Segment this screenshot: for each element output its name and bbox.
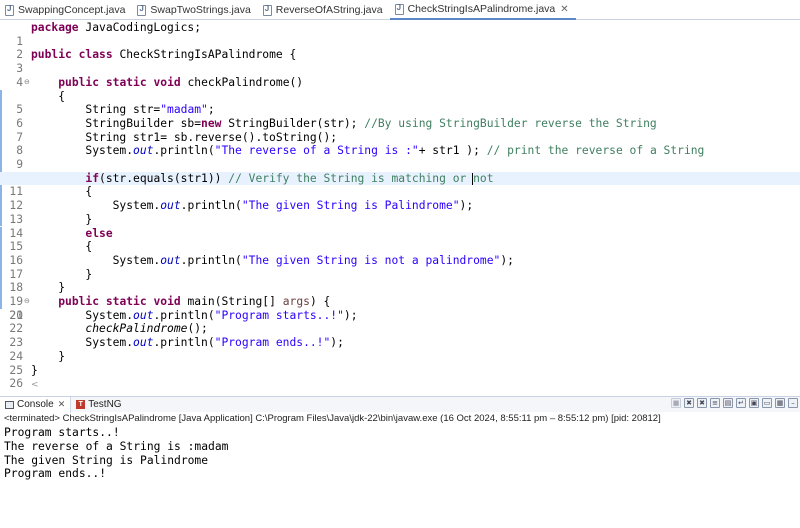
code-line: 3 public class CheckStringIsAPalindrome … [0,48,800,75]
java-file-icon [137,4,147,16]
code-text: if(str.equals(str1)) // Verify the Strin… [85,171,494,185]
code-line: 20 } [0,281,800,322]
tab-label: SwappingConcept.java [18,4,126,16]
fold-toggle-icon[interactable]: ⊖ [24,295,30,309]
tab-testng[interactable]: T TestNG [71,397,126,413]
remove-all-terminated-icon[interactable]: ✖ [697,398,707,408]
code-line: 8 StringBuilder sb=new StringBuilder(str… [0,116,800,157]
code-line: 17 { [0,240,800,281]
code-text: else [85,226,113,240]
code-text: checkPalindrome(); [85,322,208,336]
code-text: } [31,349,66,363]
word-wrap-icon[interactable]: ↵ [736,398,746,408]
editor-tab-bar: SwappingConcept.java SwapTwoStrings.java… [0,0,800,20]
code-line: 4 [0,62,800,89]
close-icon[interactable]: ✕ [58,399,66,410]
console-icon [5,400,14,409]
tab-label: TestNG [88,399,122,410]
java-file-icon [394,3,404,15]
code-line: 1 package JavaCodingLogics; [0,21,800,48]
tab-console[interactable]: Console ✕ [0,396,72,413]
code-line: 23 checkPalindrome(); [0,322,800,349]
code-text: System.out.println("The given String is … [31,199,474,213]
code-text: StringBuilder sb=new StringBuilder(str);… [31,116,657,130]
scroll-lock-icon[interactable]: ▤ [723,398,733,408]
open-console-icon[interactable]: ▦ [775,398,785,408]
code-editor[interactable]: 1 package JavaCodingLogics; 2 3 public c… [0,20,800,393]
code-line: 6 { [0,89,800,130]
tab-label: Console [17,399,54,410]
clear-console-icon[interactable]: ≡ [710,398,720,408]
console-status: <terminated> CheckStringIsAPalindrome [J… [4,413,661,424]
output-line: The reverse of a String is :madam [4,439,229,453]
text-caret [472,172,474,185]
fold-toggle-icon[interactable]: ⊖ [24,76,30,90]
code-line: 18 System.out.println("The given String … [0,253,800,294]
code-text: System.out.println("Program starts..!"); [31,308,358,322]
code-text: public class CheckStringIsAPalindrome { [31,48,297,62]
tab-reverse-of-a-string[interactable]: ReverseOfAString.java [258,0,390,20]
code-line: 24 System.out.println("Program ends..!")… [0,336,800,363]
code-line: 21 ⊖ public static void main(String[] ar… [0,295,800,322]
code-text: System.out.println("The reverse of a Str… [31,144,705,158]
current-code-line: 12 if(str.equals(str1)) // Verify the St… [0,171,800,212]
output-line: Program starts..! [4,426,120,439]
tab-label: CheckStringIsAPalindrome.java [407,3,556,15]
code-line: 13 { [0,185,800,226]
close-icon[interactable]: ✕ [560,4,568,15]
console-output[interactable]: Program starts..! The reverse of a Strin… [4,426,796,481]
java-file-icon [262,4,272,16]
java-file-icon [5,4,14,16]
minimize-icon[interactable]: – [788,398,798,408]
code-text: { [31,185,93,199]
code-line: 5 ⊖ public static void checkPalindrome() [0,75,800,116]
code-text: public static void checkPalindrome() [58,75,304,89]
code-line: 7 String str="madam"; [0,103,800,144]
code-text: String str="madam"; [31,103,215,117]
code-text: { [31,89,66,103]
code-line: 10 System.out.println("The reverse of a … [0,144,800,185]
code-line: 9 String str1= sb.reverse().toString(); [0,130,800,171]
code-text: } [31,212,93,226]
output-line: The given String is Palindrome [4,453,209,467]
tab-label: ReverseOfAString.java [275,4,383,16]
code-text: System.out.println("Program ends..!"); [31,336,344,350]
code-line: 14 System.out.println("The given String … [0,199,800,240]
code-text: System.out.println("The given String is … [31,253,514,267]
code-line: 11 [0,158,800,198]
scroll-left-arrow-icon[interactable]: < [31,380,39,390]
code-text: String str1= sb.reverse().toString(); [31,130,338,144]
tab-label: SwapTwoStrings.java [150,4,251,16]
tab-check-string-palindrome[interactable]: CheckStringIsAPalindrome.java ✕ [389,0,576,20]
code-text: } [31,363,38,377]
display-selected-console-icon[interactable]: ▭ [762,398,772,408]
code-line: 16 else [0,226,800,267]
remove-launch-icon[interactable]: ✖ [684,398,694,408]
tab-swap-two-strings[interactable]: SwapTwoStrings.java [132,0,257,20]
terminate-icon[interactable]: ■ [671,398,681,408]
testng-icon: T [76,400,86,409]
code-text: package JavaCodingLogics; [31,21,202,34]
code-line: 15 } [0,212,800,253]
code-line: 2 [0,35,800,61]
output-line: Program ends..! [4,467,107,481]
code-line: 26 } [0,363,800,391]
pin-console-icon[interactable]: ▣ [749,398,759,408]
console-toolbar: ■ ✖ ✖ ≡ ▤ ↵ ▣ ▭ ▦ – [671,398,798,408]
code-line: 22 System.out.println("Program starts..!… [0,308,800,336]
code-text: } [31,281,66,295]
code-text: public static void main(String[] args) { [58,295,331,308]
tab-swapping-concept[interactable]: SwappingConcept.java [0,0,132,20]
line-number: 26 [9,377,23,391]
code-text: } [31,267,93,281]
code-line: 25 } [0,349,800,377]
code-text: { [31,240,93,254]
code-line: 19 } [0,267,800,308]
